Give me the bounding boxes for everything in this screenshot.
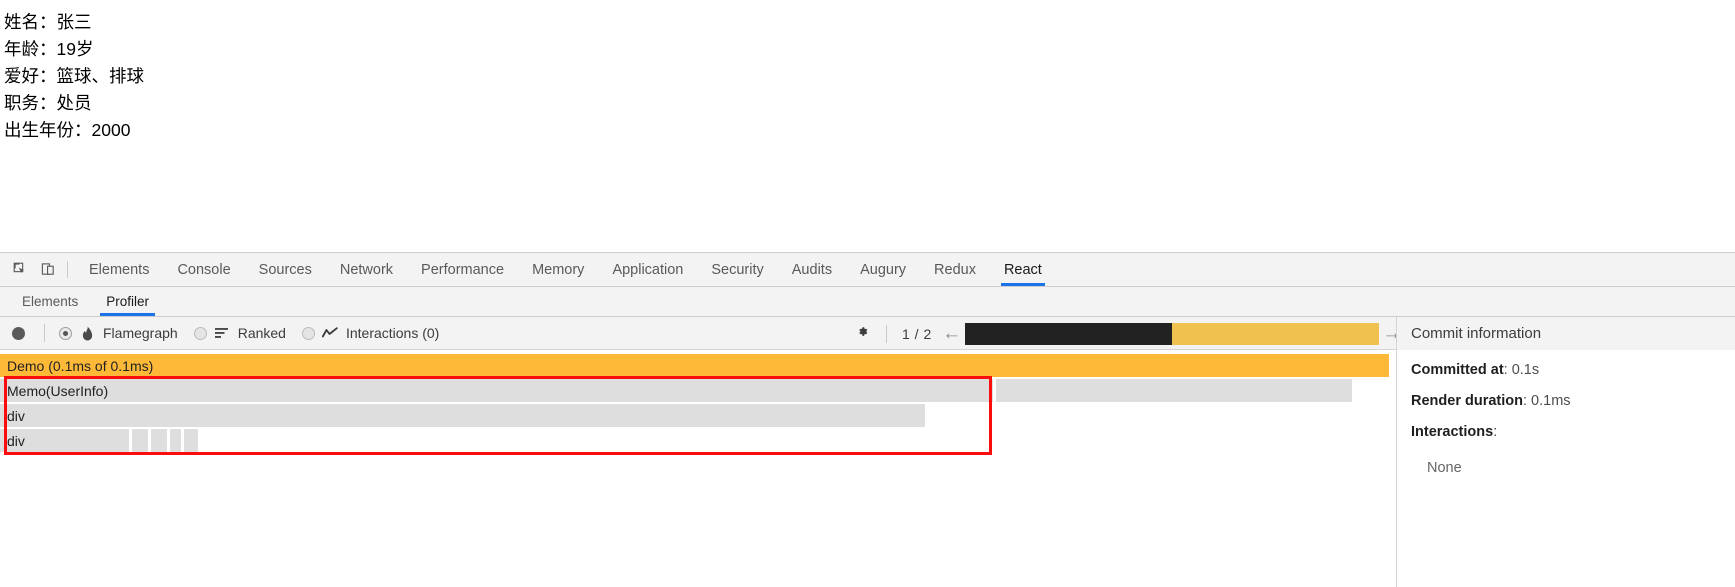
render-duration-row: Render duration: 0.1ms (1411, 393, 1735, 409)
tab-label: Performance (421, 261, 505, 278)
interactions-row: Interactions: (1411, 424, 1735, 440)
toolbar-divider (886, 324, 887, 343)
flame-bar-child-3[interactable] (170, 429, 181, 452)
gear-icon (856, 324, 871, 344)
render-duration-colon: : (1522, 393, 1532, 409)
committed-at-row: Committed at: 0.1s (1411, 362, 1735, 378)
profiler-toolbar-right: 1 / 2 ← → (848, 317, 1405, 350)
devtools-panel: Elements Console Sources Network Perform… (0, 252, 1735, 587)
tab-sources[interactable]: Sources (245, 253, 326, 286)
user-info-line: 职务：处员 (4, 93, 92, 113)
view-mode-ranked[interactable]: Ranked (188, 317, 296, 350)
tab-application[interactable]: Application (598, 253, 697, 286)
profiler-toolbar: Flamegraph Ranked Interactions (0) 1 / 2… (0, 317, 1735, 350)
tab-label: Security (711, 261, 764, 278)
radio-ranked[interactable] (193, 326, 207, 340)
snapshot-bar-1[interactable] (964, 322, 1172, 345)
tab-label: Audits (791, 261, 833, 278)
device-toolbar-icon[interactable] (34, 257, 62, 283)
record-button[interactable] (0, 317, 36, 350)
flame-bar-child-4[interactable] (184, 429, 198, 452)
ranked-bars-icon (214, 326, 231, 341)
view-mode-interactions[interactable]: Interactions (0) (296, 317, 449, 350)
interactions-colon: : (1493, 424, 1498, 440)
tab-audits[interactable]: Audits (778, 253, 846, 286)
interactions-value: None (1427, 460, 1462, 476)
user-info-line: 姓名：张三 (4, 12, 92, 32)
tab-label: Console (177, 261, 231, 278)
snapshot-bar-2[interactable] (1171, 322, 1379, 345)
commit-information-panel: Committed at: 0.1s Render duration: 0.1m… (1396, 350, 1735, 587)
sub-tab-label: Elements (22, 294, 79, 309)
interactions-chart-icon (322, 326, 339, 341)
user-info-line: 爱好：篮球、排球 (4, 66, 144, 86)
tab-label: Sources (258, 261, 312, 278)
view-mode-label: Interactions (0) (345, 325, 440, 341)
flame-bar-child-1[interactable] (132, 429, 148, 452)
committed-at-value: 0.1s (1511, 362, 1540, 378)
render-duration-value: 0.1ms (1531, 393, 1571, 409)
previous-commit-button[interactable]: ← (939, 317, 965, 350)
tab-react[interactable]: React (990, 253, 1056, 286)
render-duration-label: Render duration (1411, 393, 1523, 409)
flamegraph-row: div (0, 404, 1396, 427)
tab-memory[interactable]: Memory (518, 253, 598, 286)
commit-index-label: 1 / 2 (902, 325, 932, 342)
tab-label: Network (339, 261, 394, 278)
tab-label: React (1003, 261, 1042, 278)
tab-elements[interactable]: Elements (75, 253, 163, 286)
commit-information-title: Commit information (1396, 317, 1735, 350)
flame-bar-sibling[interactable] (996, 379, 1352, 402)
tab-security[interactable]: Security (697, 253, 777, 286)
settings-button[interactable] (848, 317, 878, 350)
radio-flamegraph[interactable] (59, 326, 72, 340)
flamegraph-row: Memo(UserInfo) (0, 379, 1396, 402)
tab-augury[interactable]: Augury (846, 253, 920, 286)
committed-at-colon: : (1503, 362, 1512, 378)
flamegraph-chart: Demo (0.1ms of 0.1ms) Memo(UserInfo) div… (0, 350, 1396, 587)
view-mode-label: Ranked (237, 325, 286, 341)
tab-label: Augury (860, 261, 907, 278)
radio-interactions[interactable] (301, 326, 315, 340)
user-info-line: 出生年份：2000 (4, 120, 131, 140)
tab-label: Application (612, 261, 684, 278)
interactions-label: Interactions (1411, 424, 1494, 440)
committed-at-label: Committed at (1411, 362, 1504, 378)
flame-icon (79, 326, 96, 341)
profiler-body: Demo (0.1ms of 0.1ms) Memo(UserInfo) div… (0, 350, 1735, 587)
tab-label: Redux (934, 261, 976, 278)
flame-bar-memo-userinfo[interactable]: Memo(UserInfo) (0, 379, 993, 402)
react-sub-tabbar: Elements Profiler (0, 287, 1735, 317)
flamegraph-row: Demo (0.1ms of 0.1ms) (0, 354, 1396, 377)
flame-bar-div-2[interactable]: div (0, 429, 129, 452)
sub-tab-label: Profiler (106, 294, 150, 309)
sub-tab-elements[interactable]: Elements (8, 287, 92, 316)
inspect-element-icon[interactable] (6, 257, 34, 283)
sub-tab-profiler[interactable]: Profiler (92, 287, 163, 316)
tab-network[interactable]: Network (326, 253, 407, 286)
commit-snapshot-selector (964, 322, 1379, 345)
view-mode-label: Flamegraph (103, 325, 178, 341)
toolbar-divider (44, 324, 45, 342)
record-icon (11, 326, 25, 340)
flame-bar-child-2[interactable] (151, 429, 167, 452)
devtools-main-tabbar: Elements Console Sources Network Perform… (0, 253, 1735, 287)
flamegraph-row: div (0, 429, 1396, 452)
tab-performance[interactable]: Performance (407, 253, 518, 286)
tab-label: Memory (532, 261, 585, 278)
flame-bar-div-1[interactable]: div (0, 404, 925, 427)
view-mode-flamegraph[interactable]: Flamegraph (53, 317, 188, 350)
rendered-page-content: 姓名：张三 年龄：19岁 爱好：篮球、排球 职务：处员 出生年份：2000 (0, 0, 1735, 252)
tab-label: Elements (89, 261, 150, 278)
user-info-line: 年龄：19岁 (4, 39, 94, 59)
flame-bar-demo[interactable]: Demo (0.1ms of 0.1ms) (0, 354, 1389, 377)
tabbar-divider (67, 261, 68, 278)
tab-redux[interactable]: Redux (920, 253, 990, 286)
tab-console[interactable]: Console (163, 253, 244, 286)
